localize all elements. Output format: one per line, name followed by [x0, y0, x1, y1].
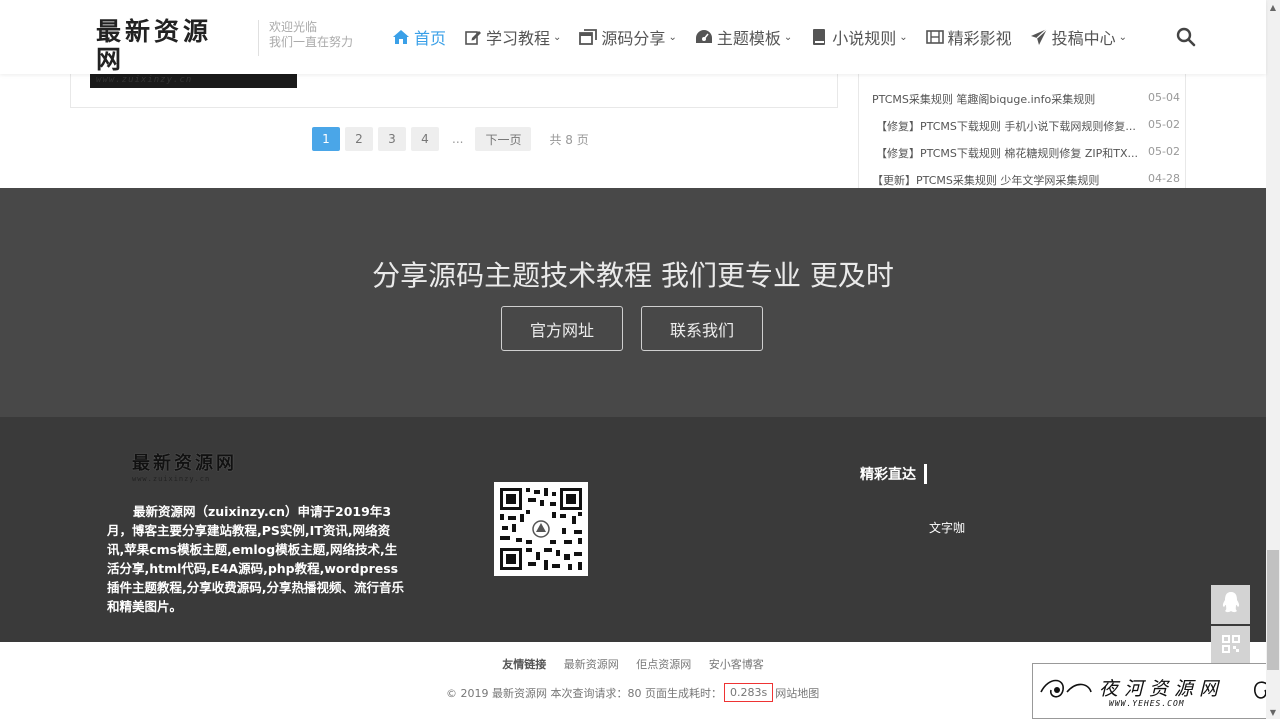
page-ellipsis: ... [452, 132, 464, 146]
sitemap-link[interactable]: 网站地图 [775, 685, 819, 701]
search-icon[interactable] [1176, 27, 1196, 47]
dashboard-icon [695, 28, 713, 46]
nav-item-themes[interactable]: 主题模板 ⌄ [695, 25, 792, 49]
next-page-button[interactable]: 下一页 [475, 127, 532, 151]
site-footer: 最新资源网 www.zuixinzy.cn 最新资源网（zuixinzy.cn）… [0, 417, 1266, 642]
page-button-1[interactable]: 1 [312, 127, 340, 151]
page-button-2[interactable]: 2 [345, 127, 373, 151]
friend-link[interactable]: 安小客博客 [709, 658, 764, 671]
page-button-4[interactable]: 4 [411, 127, 439, 151]
chevron-down-icon: ⌄ [1118, 31, 1128, 43]
cta-banner: 分享源码主题技术教程 我们更专业 更及时 官方网址 联系我们 [0, 188, 1266, 417]
chevron-down-icon: ⌄ [783, 31, 793, 43]
nav-item-submit[interactable]: 投稿中心 ⌄ [1030, 25, 1127, 49]
nav-label: 学习教程 [486, 29, 551, 48]
list-item[interactable]: PTCMS采集规则 笔趣阁biquge.info采集规则 05-04 [872, 91, 1180, 107]
scroll-down-arrow-icon[interactable]: ▼ [1266, 705, 1280, 719]
tagline-line-1: 欢迎光临 [269, 20, 318, 34]
nav-label: 首页 [414, 29, 447, 48]
friend-link[interactable]: 最新资源网 [564, 658, 619, 671]
watermark-logo: 夜河资源网 WWW.YEHES.COM [1032, 663, 1280, 719]
qq-contact-button[interactable] [1211, 585, 1250, 624]
qr-code-button[interactable] [1211, 626, 1250, 665]
list-item[interactable]: 【修复】PTCMS下载规则 手机小说下载网规则修复... 05-02 [872, 118, 1180, 134]
send-icon [1030, 28, 1048, 46]
main-nav: 首页 学习教程 ⌄ 源码分享 ⌄ 主题模板 ⌄ 小说规则 ⌄ 精彩影视 投稿中心… [392, 24, 1145, 50]
list-item-title[interactable]: 【修复】PTCMS下载规则 棉花糖规则修复 ZIP和TX... [872, 145, 1137, 161]
chevron-down-icon: ⌄ [553, 31, 562, 43]
ornament-left-icon [1040, 679, 1092, 698]
page-button-3[interactable]: 3 [378, 127, 406, 151]
list-item-date: 05-02 [1148, 145, 1180, 158]
window-icon [579, 28, 598, 46]
nav-label: 源码分享 [601, 29, 666, 48]
scroll-up-arrow-icon[interactable]: ▲ [1266, 0, 1280, 14]
site-logo[interactable]: 最新资源网 www.zuixinzy.cn [96, 18, 236, 86]
footer-section-title: 精彩直达 [860, 464, 927, 484]
edit-icon [464, 28, 482, 46]
footer-logo-subtext: www.zuixinzy.cn [132, 475, 211, 483]
page-total: 共 8 页 [549, 132, 589, 147]
watermark-url: WWW.YEHES.COM [1109, 699, 1185, 708]
list-item-date: 04-28 [1148, 172, 1180, 185]
footer-link[interactable]: 文字咖 [929, 519, 965, 536]
list-item-date: 05-02 [1148, 118, 1180, 131]
official-site-button[interactable]: 官方网址 [501, 306, 623, 351]
page-generation-time: 0.283s [723, 683, 774, 702]
list-item-title[interactable]: 【更新】PTCMS采集规则 少年文学网采集规则 [872, 172, 1099, 188]
logo-subtext: www.zuixinzy.cn [96, 75, 193, 85]
list-item[interactable]: 【修复】PTCMS下载规则 棉花糖规则修复 ZIP和TX... 05-02 [872, 145, 1180, 161]
friend-links-label: 友情链接 [502, 658, 547, 671]
footer-section-title-text: 精彩直达 [860, 467, 916, 483]
watermark-title: 夜河资源网 [1099, 678, 1225, 700]
qrcode-icon [1221, 634, 1241, 658]
tagline: 欢迎光临 我们一直在努力 [258, 20, 353, 56]
tagline-line-2: 我们一直在努力 [269, 35, 354, 49]
nav-item-tutorials[interactable]: 学习教程 ⌄ [464, 25, 561, 49]
qr-code-image [494, 482, 588, 576]
chevron-down-icon: ⌄ [668, 31, 677, 43]
footer-logo[interactable]: 最新资源网 www.zuixinzy.cn [132, 449, 237, 483]
book-icon [810, 28, 828, 46]
scrollbar-thumb[interactable] [1267, 550, 1279, 670]
nav-label: 小说规则 [832, 29, 897, 48]
sidebar-latest-list: PTCMS采集规则 笔趣阁biquge.info采集规则 05-04 【修复】P… [858, 60, 1186, 188]
nav-label: 精彩影视 [947, 29, 1012, 48]
list-item-date: 05-04 [1148, 91, 1180, 104]
home-icon [392, 28, 410, 46]
footer-logo-text: 最新资源网 [132, 453, 237, 474]
list-item-title[interactable]: 【修复】PTCMS下载规则 手机小说下载网规则修复... [872, 118, 1136, 134]
list-item-title[interactable]: PTCMS采集规则 笔趣阁biquge.info采集规则 [872, 91, 1095, 107]
banner-title: 分享源码主题技术教程 我们更专业 更及时 [372, 259, 894, 292]
nav-item-source-code[interactable]: 源码分享 ⌄ [579, 25, 677, 49]
footer-description: 最新资源网（zuixinzy.cn）申请于2019年3月，博客主要分享建站教程,… [107, 504, 404, 614]
list-item[interactable]: 【更新】PTCMS采集规则 少年文学网采集规则 04-28 [872, 172, 1180, 188]
contact-us-button[interactable]: 联系我们 [641, 306, 763, 351]
nav-label: 主题模板 [716, 29, 781, 48]
qq-icon [1221, 591, 1241, 619]
nav-label: 投稿中心 [1051, 29, 1116, 48]
nav-item-home[interactable]: 首页 [392, 25, 446, 49]
logo-text: 最新资源网 [96, 17, 213, 74]
copyright-line: © 2019 最新资源网 本次查询请求：80 页面生成耗时： 0.283s 网站… [446, 683, 819, 702]
title-divider [924, 464, 927, 484]
nav-item-movies[interactable]: 精彩影视 [925, 25, 1012, 49]
film-icon [925, 28, 944, 46]
site-header: 最新资源网 www.zuixinzy.cn 欢迎光临 我们一直在努力 首页 学习… [0, 0, 1266, 86]
friend-link[interactable]: 佢点资源网 [636, 658, 691, 671]
pagination: 1 2 3 4 ... 下一页 共 8 页 [312, 127, 589, 151]
chevron-down-icon: ⌄ [899, 31, 908, 43]
nav-item-novel-rules[interactable]: 小说规则 ⌄ [810, 25, 908, 49]
copyright-text: © 2019 最新资源网 本次查询请求：80 页面生成耗时： [446, 686, 722, 700]
